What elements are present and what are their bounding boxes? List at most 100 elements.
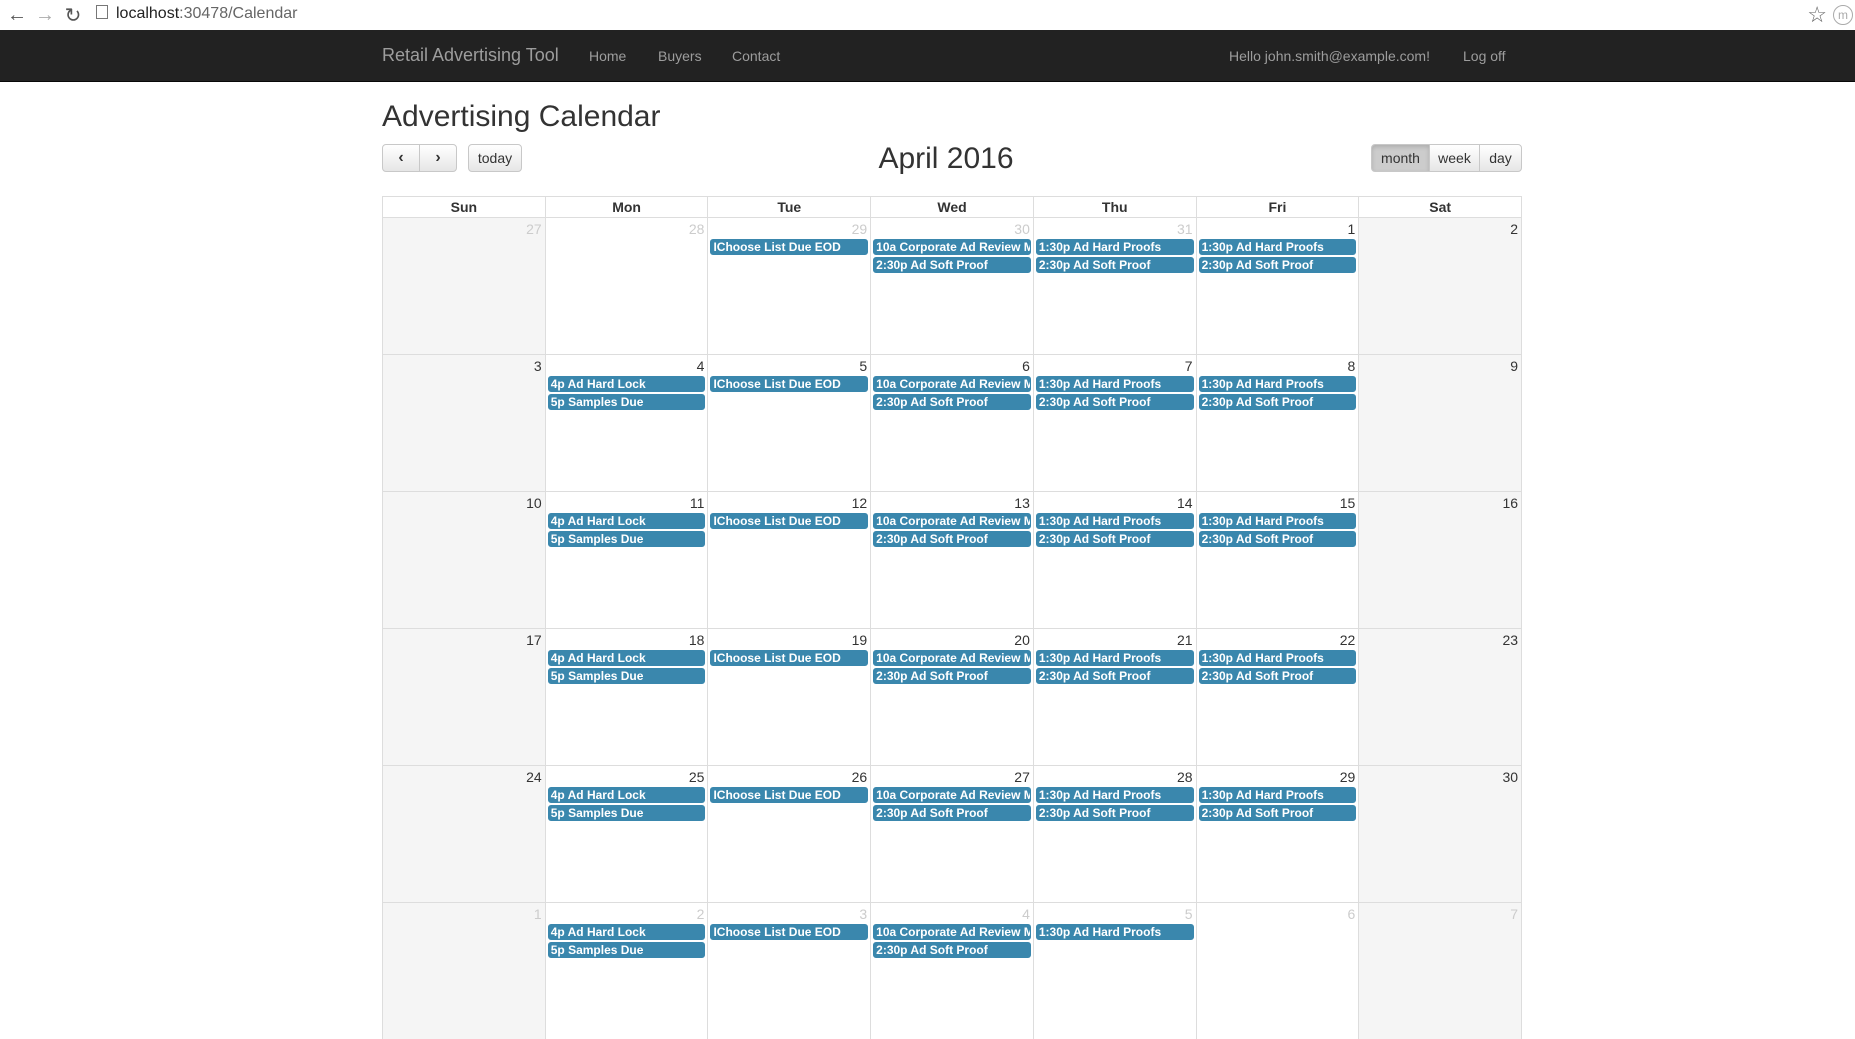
calendar-event[interactable]: 1:30p Ad Hard Proofs: [1035, 787, 1194, 803]
day-cell[interactable]: 2: [1358, 218, 1523, 354]
day-cell[interactable]: 27 10a Corporate Ad Review M 2:30p Ad Soft…: [870, 766, 1033, 902]
calendar-event[interactable]: IChoose List Due EOD: [710, 650, 869, 666]
forward-icon[interactable]: →: [32, 2, 58, 28]
calendar-event[interactable]: 10a Corporate Ad Review M: [873, 650, 1031, 666]
day-cell[interactable]: 2 4p Ad Hard Lock 5p Samples Due: [544, 903, 708, 1039]
calendar-event[interactable]: 10a Corporate Ad Review M: [873, 787, 1031, 803]
nav-buyers[interactable]: Buyers: [658, 48, 702, 64]
day-cell[interactable]: 11 4p Ad Hard Lock 5p Samples Due: [544, 492, 708, 628]
calendar-event[interactable]: 10a Corporate Ad Review M: [873, 239, 1031, 255]
day-cell[interactable]: 31 1:30p Ad Hard Proofs 2:30p Ad Soft Proo…: [1032, 218, 1196, 354]
day-cell[interactable]: 17: [382, 629, 545, 765]
calendar-event[interactable]: 5p Samples Due: [547, 942, 706, 958]
day-cell[interactable]: 7: [1358, 903, 1523, 1039]
calendar-event[interactable]: 1:30p Ad Hard Proofs: [1198, 376, 1357, 392]
calendar-event[interactable]: 2:30p Ad Soft Proof: [873, 531, 1031, 547]
day-cell[interactable]: 1 1:30p Ad Hard Proofs 2:30p Ad Soft Proof: [1195, 218, 1359, 354]
calendar-event[interactable]: 2:30p Ad Soft Proof: [1035, 668, 1194, 684]
calendar-event[interactable]: 5p Samples Due: [547, 394, 706, 410]
calendar-event[interactable]: 1:30p Ad Hard Proofs: [1035, 650, 1194, 666]
day-cell[interactable]: 29 IChoose List Due EOD: [707, 218, 870, 354]
day-cell[interactable]: 15 1:30p Ad Hard Proofs 2:30p Ad Soft Proo…: [1195, 492, 1359, 628]
address-bar[interactable]: localhost:30478/Calendar: [96, 1, 1796, 27]
calendar-event[interactable]: IChoose List Due EOD: [710, 376, 869, 392]
day-cell[interactable]: 19 IChoose List Due EOD: [707, 629, 870, 765]
calendar-event[interactable]: 1:30p Ad Hard Proofs: [1035, 513, 1194, 529]
day-cell[interactable]: 16: [1358, 492, 1523, 628]
nav-contact[interactable]: Contact: [732, 48, 780, 64]
day-cell[interactable]: 1: [382, 903, 545, 1039]
calendar-event[interactable]: 5p Samples Due: [547, 668, 706, 684]
view-week-button[interactable]: week: [1429, 144, 1480, 172]
view-day-button[interactable]: day: [1479, 144, 1522, 172]
day-cell[interactable]: 20 10a Corporate Ad Review M 2:30p Ad Soft…: [870, 629, 1033, 765]
calendar-event[interactable]: 2:30p Ad Soft Proof: [1035, 257, 1194, 273]
calendar-event[interactable]: 10a Corporate Ad Review M: [873, 513, 1031, 529]
calendar-event[interactable]: 4p Ad Hard Lock: [547, 376, 706, 392]
day-cell[interactable]: 3: [382, 355, 545, 491]
day-cell[interactable]: 13 10a Corporate Ad Review M 2:30p Ad Soft…: [870, 492, 1033, 628]
day-cell[interactable]: 23: [1358, 629, 1523, 765]
calendar-event[interactable]: 2:30p Ad Soft Proof: [873, 257, 1031, 273]
calendar-event[interactable]: IChoose List Due EOD: [710, 924, 869, 940]
day-cell[interactable]: 21 1:30p Ad Hard Proofs 2:30p Ad Soft Proo…: [1032, 629, 1196, 765]
calendar-event[interactable]: 1:30p Ad Hard Proofs: [1198, 787, 1357, 803]
calendar-event[interactable]: 4p Ad Hard Lock: [547, 513, 706, 529]
calendar-event[interactable]: IChoose List Due EOD: [710, 239, 869, 255]
calendar-event[interactable]: 2:30p Ad Soft Proof: [1198, 805, 1357, 821]
calendar-event[interactable]: 4p Ad Hard Lock: [547, 924, 706, 940]
calendar-event[interactable]: 2:30p Ad Soft Proof: [1198, 257, 1357, 273]
brand-link[interactable]: Retail Advertising Tool: [382, 45, 559, 66]
calendar-event[interactable]: 10a Corporate Ad Review M: [873, 924, 1031, 940]
day-cell[interactable]: 18 4p Ad Hard Lock 5p Samples Due: [544, 629, 708, 765]
day-cell[interactable]: 5 IChoose List Due EOD: [707, 355, 870, 491]
calendar-event[interactable]: 2:30p Ad Soft Proof: [873, 668, 1031, 684]
day-cell[interactable]: 6: [1195, 903, 1359, 1039]
calendar-event[interactable]: 2:30p Ad Soft Proof: [1198, 531, 1357, 547]
day-cell[interactable]: 26 IChoose List Due EOD: [707, 766, 870, 902]
view-month-button[interactable]: month: [1371, 144, 1430, 172]
user-greeting[interactable]: Hello john.smith@example.com!: [1229, 48, 1430, 64]
calendar-event[interactable]: 5p Samples Due: [547, 531, 706, 547]
logoff-link[interactable]: Log off: [1463, 48, 1506, 64]
back-icon[interactable]: ←: [4, 2, 30, 28]
day-cell[interactable]: 4 4p Ad Hard Lock 5p Samples Due: [544, 355, 708, 491]
day-cell[interactable]: 22 1:30p Ad Hard Proofs 2:30p Ad Soft Proo…: [1195, 629, 1359, 765]
day-cell[interactable]: 30: [1358, 766, 1523, 902]
day-cell[interactable]: 3 IChoose List Due EOD: [707, 903, 870, 1039]
calendar-event[interactable]: 2:30p Ad Soft Proof: [1035, 805, 1194, 821]
day-cell[interactable]: 5 1:30p Ad Hard Proofs: [1032, 903, 1196, 1039]
calendar-event[interactable]: 4p Ad Hard Lock: [547, 650, 706, 666]
day-cell[interactable]: 14 1:30p Ad Hard Proofs 2:30p Ad Soft Proo…: [1032, 492, 1196, 628]
day-cell[interactable]: 4 10a Corporate Ad Review M 2:30p Ad Soft …: [870, 903, 1033, 1039]
day-cell[interactable]: 29 1:30p Ad Hard Proofs 2:30p Ad Soft Proo…: [1195, 766, 1359, 902]
day-cell[interactable]: 6 10a Corporate Ad Review M 2:30p Ad Soft …: [870, 355, 1033, 491]
day-cell[interactable]: 8 1:30p Ad Hard Proofs 2:30p Ad Soft Proof: [1195, 355, 1359, 491]
calendar-event[interactable]: 2:30p Ad Soft Proof: [1035, 394, 1194, 410]
day-cell[interactable]: 28: [544, 218, 708, 354]
day-cell[interactable]: 24: [382, 766, 545, 902]
calendar-event[interactable]: 1:30p Ad Hard Proofs: [1035, 376, 1194, 392]
calendar-event[interactable]: IChoose List Due EOD: [710, 787, 869, 803]
nav-home[interactable]: Home: [589, 48, 626, 64]
calendar-event[interactable]: 2:30p Ad Soft Proof: [1198, 668, 1357, 684]
profile-icon[interactable]: m: [1833, 5, 1853, 25]
day-cell[interactable]: 27: [382, 218, 545, 354]
day-cell[interactable]: 10: [382, 492, 545, 628]
day-cell[interactable]: 25 4p Ad Hard Lock 5p Samples Due: [544, 766, 708, 902]
calendar-event[interactable]: 1:30p Ad Hard Proofs: [1198, 650, 1357, 666]
bookmark-star-icon[interactable]: ☆: [1807, 2, 1827, 28]
calendar-event[interactable]: 5p Samples Due: [547, 805, 706, 821]
calendar-event[interactable]: 2:30p Ad Soft Proof: [1198, 394, 1357, 410]
day-cell[interactable]: 28 1:30p Ad Hard Proofs 2:30p Ad Soft Proo…: [1032, 766, 1196, 902]
calendar-event[interactable]: 4p Ad Hard Lock: [547, 787, 706, 803]
calendar-event[interactable]: 2:30p Ad Soft Proof: [873, 942, 1031, 958]
calendar-event[interactable]: 2:30p Ad Soft Proof: [873, 394, 1031, 410]
day-cell[interactable]: 9: [1358, 355, 1523, 491]
day-cell[interactable]: 12 IChoose List Due EOD: [707, 492, 870, 628]
calendar-event[interactable]: 2:30p Ad Soft Proof: [1035, 531, 1194, 547]
day-cell[interactable]: 7 1:30p Ad Hard Proofs 2:30p Ad Soft Proof: [1032, 355, 1196, 491]
calendar-event[interactable]: 1:30p Ad Hard Proofs: [1035, 239, 1194, 255]
calendar-event[interactable]: 10a Corporate Ad Review M: [873, 376, 1031, 392]
calendar-event[interactable]: IChoose List Due EOD: [710, 513, 869, 529]
